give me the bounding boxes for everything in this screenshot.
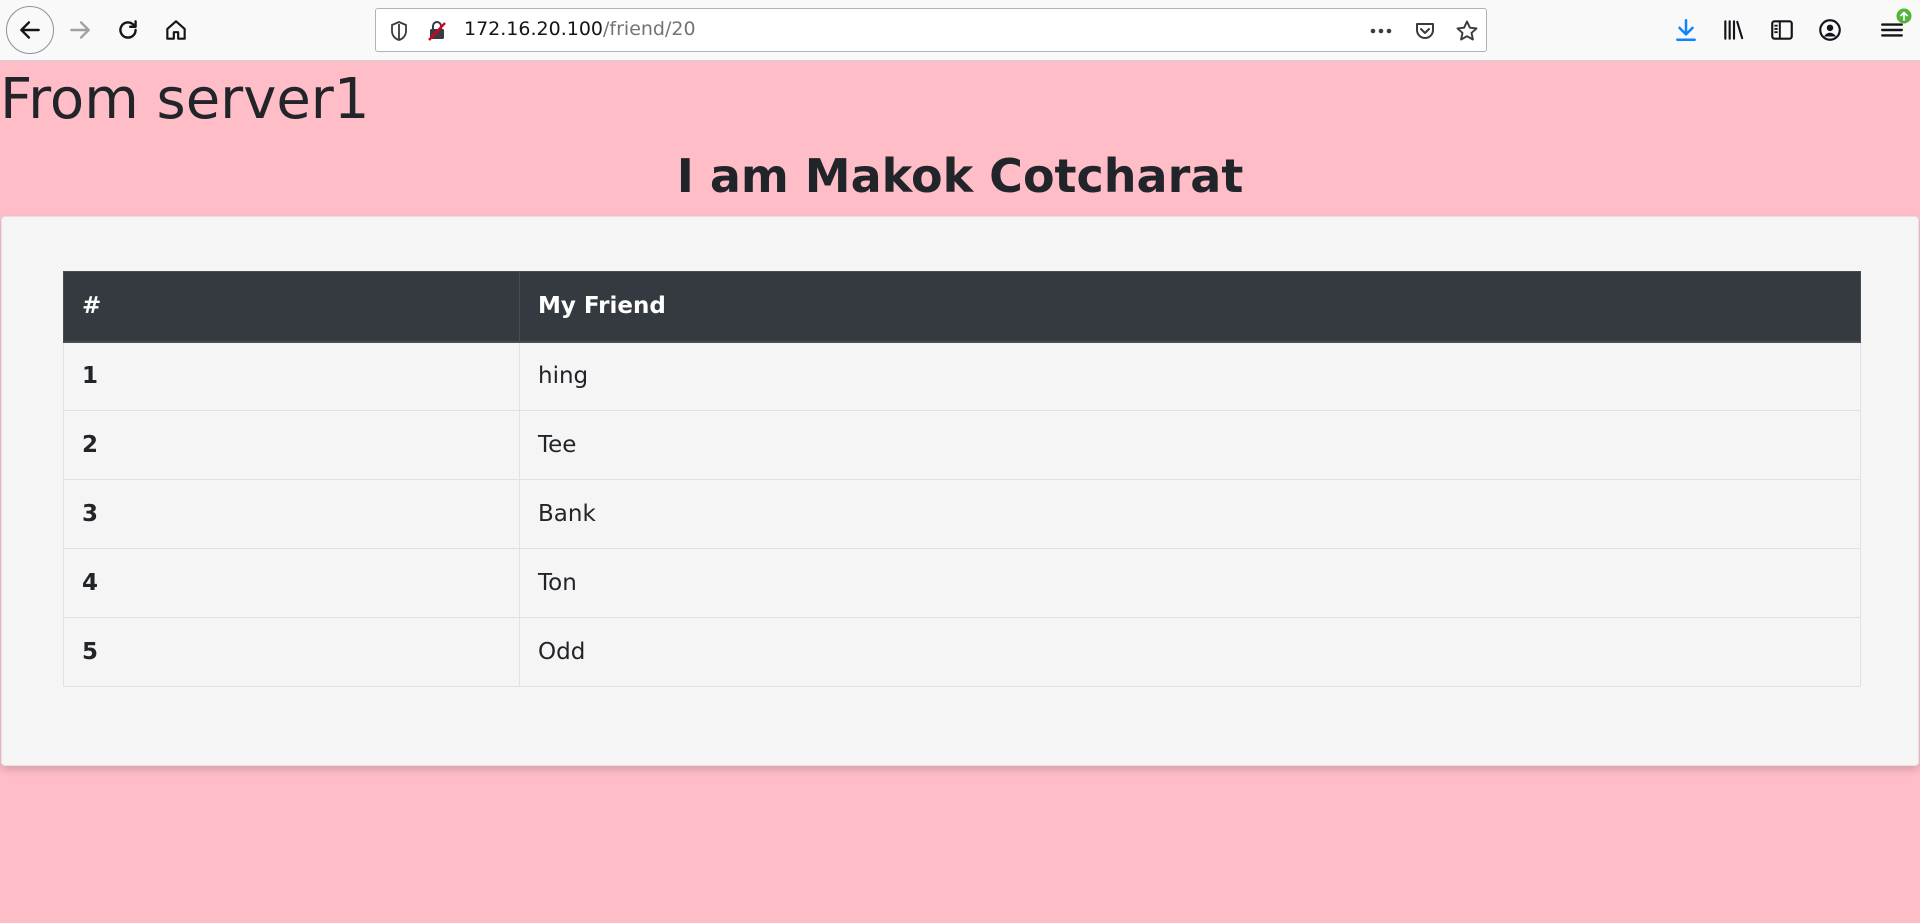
sidebar-icon <box>1771 20 1793 40</box>
library-icon <box>1724 20 1744 40</box>
row-index: 1 <box>63 341 520 411</box>
account-icon <box>1819 19 1841 41</box>
friend-name: Bank <box>519 479 1861 549</box>
table-row: 5 Odd <box>63 617 1861 687</box>
greeting-heading: I am Makok Cotcharat <box>676 149 1244 203</box>
home-icon <box>166 20 186 40</box>
shield-icon[interactable] <box>386 18 412 44</box>
reload-icon <box>119 20 137 39</box>
address-bar[interactable]: 172.16.20.100/friend/20 <box>375 8 1487 52</box>
friends-table: # My Friend 1 hing 2 Tee 3 Bank 4 Ton 5 <box>63 271 1861 687</box>
row-index: 5 <box>63 617 520 687</box>
downloads-button[interactable] <box>1662 6 1710 54</box>
header-row: # My Friend <box>63 271 1861 343</box>
account-button[interactable] <box>1806 6 1854 54</box>
download-icon <box>1676 19 1696 41</box>
friend-name: Odd <box>519 617 1861 687</box>
arrow-left-icon <box>20 21 40 39</box>
update-badge-icon <box>1896 8 1912 24</box>
arrow-right-icon <box>70 21 90 39</box>
reload-button[interactable] <box>104 6 152 54</box>
url-host: 172.16.20.100 <box>464 18 604 40</box>
sidebar-button[interactable] <box>1758 6 1806 54</box>
pocket-icon[interactable] <box>1412 18 1438 44</box>
table-row: 1 hing <box>63 341 1861 411</box>
library-button[interactable] <box>1710 6 1758 54</box>
home-button[interactable] <box>152 6 200 54</box>
menu-button[interactable] <box>1868 6 1916 54</box>
url-path: /friend/20 <box>603 18 696 40</box>
column-header-index: # <box>63 271 520 343</box>
bookmark-star-icon[interactable] <box>1454 18 1480 44</box>
forward-button[interactable] <box>56 6 104 54</box>
browser-toolbar: 172.16.20.100/friend/20 <box>0 0 1920 61</box>
column-header-friend: My Friend <box>519 271 1861 343</box>
insecure-lock-icon[interactable] <box>424 18 450 44</box>
back-button[interactable] <box>6 6 54 54</box>
friend-name: Ton <box>519 548 1861 618</box>
more-actions-icon[interactable] <box>1368 18 1394 44</box>
friend-name: hing <box>519 341 1861 411</box>
row-index: 4 <box>63 548 520 618</box>
content-card: # My Friend 1 hing 2 Tee 3 Bank 4 Ton 5 <box>1 216 1919 766</box>
url-text[interactable]: 172.16.20.100/friend/20 <box>464 18 696 40</box>
table-body: 1 hing 2 Tee 3 Bank 4 Ton 5 Odd <box>63 341 1861 687</box>
table-row: 3 Bank <box>63 479 1861 549</box>
row-index: 3 <box>63 479 520 549</box>
table-header: # My Friend <box>63 271 1861 343</box>
table-row: 2 Tee <box>63 410 1861 480</box>
table-row: 4 Ton <box>63 548 1861 618</box>
friend-name: Tee <box>519 410 1861 480</box>
row-index: 2 <box>63 410 520 480</box>
server-heading: From server1 <box>0 67 370 132</box>
